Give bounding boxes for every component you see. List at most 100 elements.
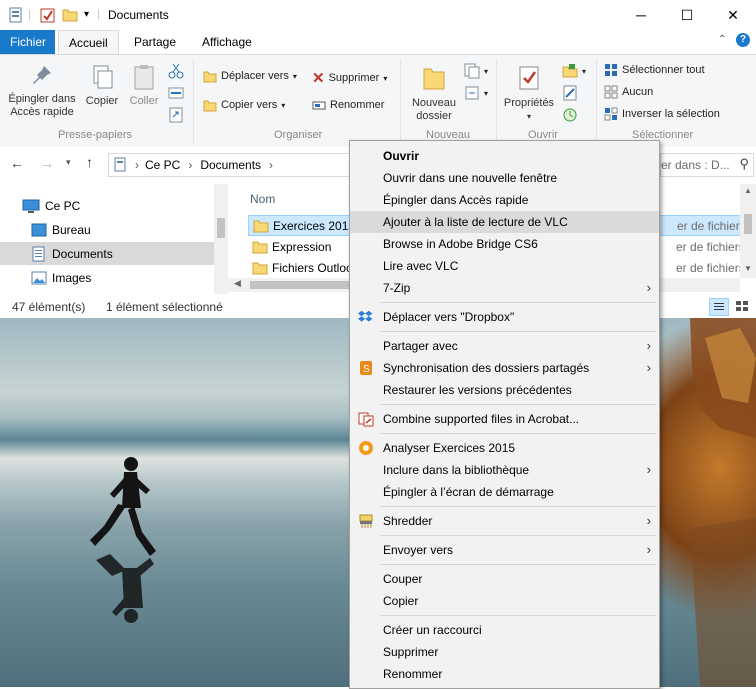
- paste-shortcut-icon[interactable]: [168, 107, 184, 123]
- pin-quick-access-button[interactable]: Épingler dans Accès rapide: [4, 63, 80, 119]
- recent-locations-icon[interactable]: ▾: [66, 157, 71, 168]
- menu-item-envoyer-vers[interactable]: Envoyer vers ›: [350, 539, 659, 561]
- breadcrumb-ce-pc[interactable]: Ce PC: [145, 158, 180, 172]
- vertical-scrollbar[interactable]: ▲ ▼: [740, 184, 756, 278]
- up-arrow-icon[interactable]: ↑: [86, 154, 93, 170]
- horizontal-scrollbar-thumb[interactable]: [250, 281, 350, 289]
- new-item-icon[interactable]: ▾: [464, 63, 488, 79]
- edit-icon[interactable]: [562, 85, 578, 101]
- delete-button[interactable]: ✕ Supprimer ▾: [312, 69, 387, 87]
- copy-button[interactable]: Copier: [82, 63, 122, 108]
- menu-item-7zip[interactable]: 7-Zip ›: [350, 277, 659, 299]
- explorer-icon: [8, 7, 24, 23]
- search-icon[interactable]: ⚲: [739, 156, 749, 172]
- paste-button[interactable]: Coller: [126, 63, 162, 108]
- back-arrow-icon[interactable]: ←: [10, 155, 24, 171]
- menu-item-ouvrir[interactable]: Ouvrir: [350, 145, 659, 167]
- menu-item-inclure-bibliotheque[interactable]: Inclure dans la bibliothèque ›: [350, 459, 659, 481]
- menu-item-partager-avec[interactable]: Partager avec ›: [350, 335, 659, 357]
- tab-accueil[interactable]: Accueil: [58, 30, 119, 55]
- file-name: Fichiers Outloo: [272, 260, 353, 275]
- pin-quick-access-label: Épingler dans Accès rapide: [8, 93, 76, 118]
- this-pc-address-icon: [114, 157, 126, 172]
- new-folder-quick-icon[interactable]: [62, 7, 78, 23]
- easy-access-icon[interactable]: ▾: [464, 85, 488, 101]
- nav-item-ce-pc[interactable]: Ce PC: [0, 194, 214, 217]
- history-icon[interactable]: [562, 107, 578, 123]
- nav-item-bureau[interactable]: Bureau: [0, 218, 214, 241]
- menu-item-label: Combine supported files in Acrobat...: [383, 412, 580, 426]
- scroll-left-icon[interactable]: ◀: [234, 278, 241, 289]
- menu-item-browse-bridge[interactable]: Browse in Adobe Bridge CS6: [350, 233, 659, 255]
- menu-item-lire-vlc[interactable]: Lire avec VLC: [350, 255, 659, 277]
- menu-separator: [380, 404, 656, 405]
- ribbon-separator: [193, 59, 194, 143]
- tab-fichier[interactable]: Fichier: [0, 30, 55, 54]
- invert-selection-label: Inverser la sélection: [622, 108, 720, 120]
- menu-item-epingler-acces-rapide[interactable]: Épingler dans Accès rapide: [350, 189, 659, 211]
- breadcrumb-chevron-icon: ›: [269, 158, 274, 172]
- scroll-down-icon[interactable]: ▼: [744, 264, 752, 273]
- menu-item-label: Browse in Adobe Bridge CS6: [383, 237, 538, 251]
- maximize-button[interactable]: ☐: [664, 0, 710, 30]
- menu-item-analyser[interactable]: Analyser Exercices 2015: [350, 437, 659, 459]
- select-none-button[interactable]: Aucun: [604, 85, 653, 99]
- file-name: Expression: [272, 239, 332, 254]
- forward-arrow-icon[interactable]: →: [40, 155, 54, 171]
- shredder-icon: [359, 514, 373, 528]
- menu-item-creer-raccourci[interactable]: Créer un raccourci: [350, 619, 659, 641]
- vertical-scrollbar-thumb[interactable]: [744, 214, 752, 234]
- menu-item-supprimer[interactable]: Supprimer: [350, 641, 659, 663]
- help-icon[interactable]: ?: [736, 33, 750, 47]
- menu-item-renommer[interactable]: Renommer: [350, 663, 659, 685]
- minimize-button[interactable]: ─: [618, 0, 664, 30]
- nav-scrollbar[interactable]: [214, 184, 228, 294]
- menu-item-ouvrir-nouvelle-fenetre[interactable]: Ouvrir dans une nouvelle fenêtre: [350, 167, 659, 189]
- item-count: 47 élément(s): [12, 300, 86, 314]
- close-button[interactable]: ✕: [710, 0, 756, 30]
- details-view-icon[interactable]: [709, 298, 729, 316]
- invert-selection-button[interactable]: Inverser la sélection: [604, 107, 720, 121]
- ribbon-separator: [596, 59, 597, 143]
- open-icon[interactable]: ▾: [562, 63, 586, 79]
- breadcrumb-documents[interactable]: Documents: [200, 158, 261, 172]
- menu-item-combine-acrobat[interactable]: Combine supported files in Acrobat...: [350, 408, 659, 430]
- rename-button[interactable]: Renommer: [312, 98, 384, 112]
- menu-item-ajouter-vlc[interactable]: Ajouter à la liste de lecture de VLC: [350, 211, 659, 233]
- dropbox-icon: [358, 310, 373, 322]
- scissors-icon[interactable]: [168, 63, 184, 79]
- search-field[interactable]: er dans : D... ⚲: [660, 153, 754, 177]
- tab-partage[interactable]: Partage: [124, 30, 186, 54]
- nav-label: Documents: [52, 246, 113, 261]
- move-to-button[interactable]: Déplacer vers ▾: [203, 69, 297, 83]
- scroll-up-icon[interactable]: ▲: [744, 186, 752, 195]
- nav-item-images[interactable]: Images: [0, 266, 214, 289]
- pin-icon: [33, 66, 51, 84]
- menu-item-epingler-demarrage[interactable]: Épingler à l’écran de démarrage: [350, 481, 659, 503]
- nav-item-documents[interactable]: Documents: [0, 242, 214, 265]
- copy-path-icon[interactable]: [168, 85, 184, 101]
- menu-item-label: Synchronisation des dossiers partagés: [383, 361, 590, 375]
- collapse-ribbon-icon[interactable]: ⌃: [718, 34, 726, 45]
- menu-item-label: Créer un raccourci: [383, 623, 482, 637]
- tab-affichage[interactable]: Affichage: [192, 30, 262, 54]
- menu-item-label: Ouvrir: [383, 149, 420, 163]
- properties-button[interactable]: Propriétés ▾: [500, 63, 558, 123]
- menu-item-restaurer-versions[interactable]: Restaurer les versions précédentes: [350, 379, 659, 401]
- nav-scrollbar-thumb[interactable]: [217, 218, 225, 238]
- menu-item-couper[interactable]: Couper: [350, 568, 659, 590]
- copy-to-button[interactable]: Copier vers ▾: [203, 98, 285, 112]
- menu-item-deplacer-dropbox[interactable]: Déplacer vers "Dropbox": [350, 306, 659, 328]
- menu-item-shredder[interactable]: Shredder ›: [350, 510, 659, 532]
- select-none-icon: [604, 85, 618, 99]
- menu-item-synchronisation[interactable]: S Synchronisation des dossiers partagés ›: [350, 357, 659, 379]
- column-header-nom[interactable]: Nom: [250, 192, 275, 206]
- properties-quick-icon[interactable]: [40, 7, 56, 23]
- large-icons-view-icon[interactable]: [733, 298, 751, 314]
- submenu-arrow-icon: ›: [646, 513, 651, 528]
- menu-item-copier[interactable]: Copier: [350, 590, 659, 612]
- select-all-button[interactable]: Sélectionner tout: [604, 63, 705, 77]
- menu-item-label: Ajouter à la liste de lecture de VLC: [383, 215, 568, 229]
- new-folder-button[interactable]: Nouveau dossier: [406, 63, 462, 123]
- copy-label: Copier: [85, 95, 119, 107]
